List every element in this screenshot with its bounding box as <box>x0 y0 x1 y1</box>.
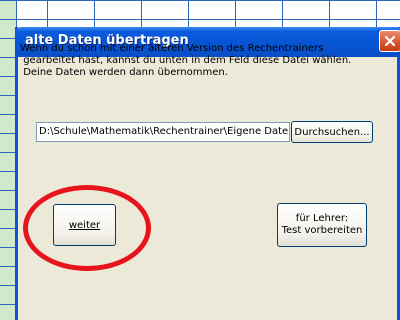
browse-button[interactable]: Durchsuchen... <box>291 121 373 143</box>
file-path-input[interactable]: D:\Schule\Mathematik\Rechentrainer\Eigen… <box>36 122 290 142</box>
dialog-info-text: Wenn du schon mit einer älteren Version … <box>20 43 352 78</box>
close-button[interactable] <box>379 30 400 52</box>
close-icon <box>384 35 396 47</box>
teacher-prepare-test-button[interactable]: für Lehrer: Test vorbereiten <box>277 203 367 247</box>
continue-button[interactable]: weiter <box>53 204 116 246</box>
